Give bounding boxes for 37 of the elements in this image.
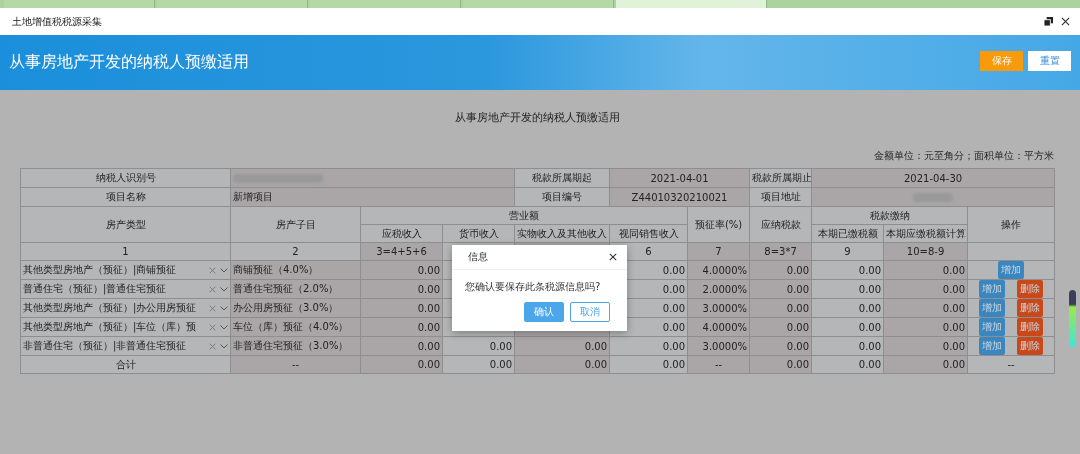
save-button[interactable]: 保存 [980, 51, 1023, 71]
field-label: 纳税人识别号 [20, 168, 231, 188]
add-button[interactable]: 增加 [979, 280, 1006, 298]
chevron-down-icon[interactable] [220, 343, 228, 349]
close-icon[interactable] [609, 253, 617, 261]
scrollbar[interactable] [1069, 290, 1076, 347]
field-value: 2021-04-30 [811, 168, 1055, 188]
chevron-down-icon[interactable] [220, 286, 228, 292]
delete-button[interactable]: 删除 [1017, 337, 1044, 355]
delete-button[interactable]: 删除 [1017, 299, 1044, 317]
column-header: 房产类型 [20, 206, 231, 243]
add-button[interactable]: 增加 [979, 337, 1006, 355]
dialog-message: 您确认要保存此条税源信息吗? [464, 280, 602, 294]
column-header: 预征率(%) [687, 206, 750, 243]
confirm-button[interactable]: 确认 [524, 302, 564, 322]
report-title: 从事房地产开发的纳税人预缴适用 [453, 110, 621, 125]
column-header: 应纳税款 [749, 206, 812, 243]
field-label: 税款所属期起 [514, 168, 610, 188]
add-button[interactable]: 增加 [979, 299, 1006, 317]
chevron-down-icon[interactable] [220, 267, 228, 273]
add-button[interactable]: 增加 [979, 318, 1006, 336]
page-title: 从事房地产开发的纳税人预缴适用 [9, 52, 249, 73]
dialog-title: 信息 [468, 250, 488, 264]
field-value: 2021-04-01 [609, 168, 750, 188]
chevron-down-icon[interactable] [220, 324, 228, 330]
cancel-button[interactable]: 取消 [570, 302, 610, 322]
delete-button[interactable]: 删除 [1017, 318, 1044, 336]
close-icon[interactable] [1061, 17, 1070, 26]
add-button[interactable]: 增加 [998, 261, 1025, 279]
restore-icon[interactable] [1044, 17, 1053, 26]
column-header: 房产子目 [230, 206, 361, 243]
chevron-down-icon[interactable] [220, 305, 228, 311]
delete-button[interactable]: 删除 [1017, 280, 1044, 298]
column-header: 操作 [967, 206, 1055, 243]
unit-note: 金额单位：元至角分；面积单位：平方米 [873, 149, 1054, 163]
window-title: 土地增值税税源采集 [12, 14, 102, 29]
reset-button[interactable]: 重置 [1028, 51, 1071, 71]
